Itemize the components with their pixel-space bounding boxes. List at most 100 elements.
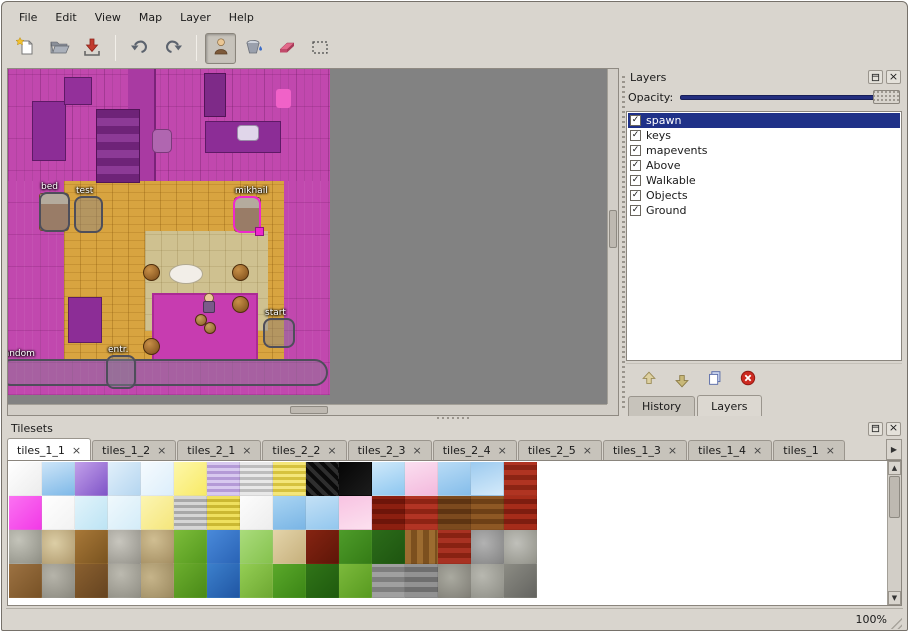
tileset-tile[interactable] [207,530,240,564]
tileset-tile[interactable] [141,496,174,530]
tileset-tab[interactable]: tiles_1_4 [688,440,772,460]
float-dock-icon[interactable] [868,70,883,84]
tileset-tile[interactable] [471,530,504,564]
close-tab-icon[interactable] [583,445,592,457]
map-object[interactable]: entr. [106,355,136,389]
menu-map[interactable]: Map [130,8,171,27]
map-vertical-scrollbar[interactable] [607,69,618,404]
layer-visibility-checkbox[interactable] [630,115,641,126]
tileset-tile[interactable] [174,462,207,496]
tab-scroll-right-icon[interactable] [886,439,902,460]
tileset-tile[interactable] [75,462,108,496]
raise-layer-button[interactable] [638,369,660,391]
tileset-tile[interactable] [75,530,108,564]
bucket-fill-tool-button[interactable] [238,33,269,64]
lower-layer-button[interactable] [671,369,693,391]
close-tab-icon[interactable] [498,445,507,457]
layer-row[interactable]: Walkable [628,173,900,188]
menu-layer[interactable]: Layer [171,8,220,27]
tileset-tile[interactable] [108,530,141,564]
tileset-tile[interactable] [108,496,141,530]
close-dock-icon[interactable] [886,422,901,436]
duplicate-layer-button[interactable] [704,369,726,391]
tileset-tile[interactable] [75,564,108,598]
resize-grip[interactable] [890,617,902,629]
tileset-tile[interactable] [339,564,372,598]
menu-edit[interactable]: Edit [46,8,85,27]
slider-handle[interactable] [873,90,900,104]
close-tab-icon[interactable] [72,445,81,457]
tileset-tab[interactable]: tiles_1_2 [92,440,176,460]
tileset-tile[interactable] [42,462,75,496]
layer-visibility-checkbox[interactable] [630,190,641,201]
tab-layers[interactable]: Layers [697,395,761,416]
close-tab-icon[interactable] [753,445,762,457]
tileset-tile[interactable] [42,530,75,564]
menu-help[interactable]: Help [220,8,263,27]
tileset-tile[interactable] [141,530,174,564]
tileset-tile[interactable] [339,462,372,496]
tileset-tab[interactable]: tiles_1 [773,440,845,460]
layer-visibility-checkbox[interactable] [630,130,641,141]
tileset-tab[interactable]: tiles_1_1 [7,438,91,460]
tileset-tab[interactable]: tiles_2_3 [348,440,432,460]
tileset-tile[interactable] [9,462,42,496]
close-tab-icon[interactable] [668,445,677,457]
tileset-tile[interactable] [174,530,207,564]
tileset-tile[interactable] [273,462,306,496]
layer-row[interactable]: mapevents [628,143,900,158]
tileset-tile[interactable] [339,496,372,530]
tileset-tile[interactable] [504,462,537,496]
tileset-tile[interactable] [9,530,42,564]
tileset-tile[interactable] [438,530,471,564]
tileset-tab[interactable]: tiles_2_2 [262,440,346,460]
layer-row[interactable]: spawn [628,113,900,128]
tileset-tile[interactable] [174,564,207,598]
scrollbar-thumb[interactable] [290,406,328,414]
tileset-tile[interactable] [405,462,438,496]
close-tab-icon[interactable] [327,445,336,457]
scrollbar-thumb[interactable] [609,210,617,248]
tileset-tile[interactable] [240,496,273,530]
tileset-tile[interactable] [306,462,339,496]
tileset-tile[interactable] [273,496,306,530]
dock-drag-handle[interactable] [622,76,625,408]
new-map-button[interactable] [10,33,41,64]
scroll-down-icon[interactable] [888,591,901,605]
tileset-vertical-scrollbar[interactable] [887,461,901,605]
tab-history[interactable]: History [628,396,695,416]
delete-layer-button[interactable] [737,369,759,391]
map-canvas[interactable]: randombedtestmikhailstartentr. [8,69,330,395]
layer-row[interactable]: keys [628,128,900,143]
tileset-tab[interactable]: tiles_2_1 [177,440,261,460]
tileset-tab[interactable]: tiles_1_3 [603,440,687,460]
tileset-tile[interactable] [108,564,141,598]
tileset-tile[interactable] [471,564,504,598]
layer-row[interactable]: Ground [628,203,900,218]
close-tab-icon[interactable] [826,445,835,457]
map-object[interactable]: mikhail [233,196,261,233]
layer-row[interactable]: Objects [628,188,900,203]
tileset-tile[interactable] [471,496,504,530]
tileset-tile[interactable] [306,530,339,564]
tileset-tile[interactable] [207,496,240,530]
tileset-tile[interactable] [438,496,471,530]
open-map-button[interactable] [43,33,74,64]
save-map-button[interactable] [76,33,107,64]
menu-file[interactable]: File [10,8,46,27]
layer-visibility-checkbox[interactable] [630,175,641,186]
undo-button[interactable] [124,33,155,64]
tileset-tile[interactable] [141,462,174,496]
tileset-tile[interactable] [372,530,405,564]
opacity-slider[interactable] [680,89,900,105]
map-horizontal-scrollbar[interactable] [8,404,607,415]
eraser-tool-button[interactable] [271,33,302,64]
rect-select-tool-button[interactable] [304,33,335,64]
scroll-up-icon[interactable] [888,461,901,475]
close-dock-icon[interactable] [886,70,901,84]
tileset-tile[interactable] [9,564,42,598]
layer-visibility-checkbox[interactable] [630,205,641,216]
tileset-tile[interactable] [504,564,537,598]
tileset-tile[interactable] [240,462,273,496]
tileset-tile[interactable] [471,462,504,496]
